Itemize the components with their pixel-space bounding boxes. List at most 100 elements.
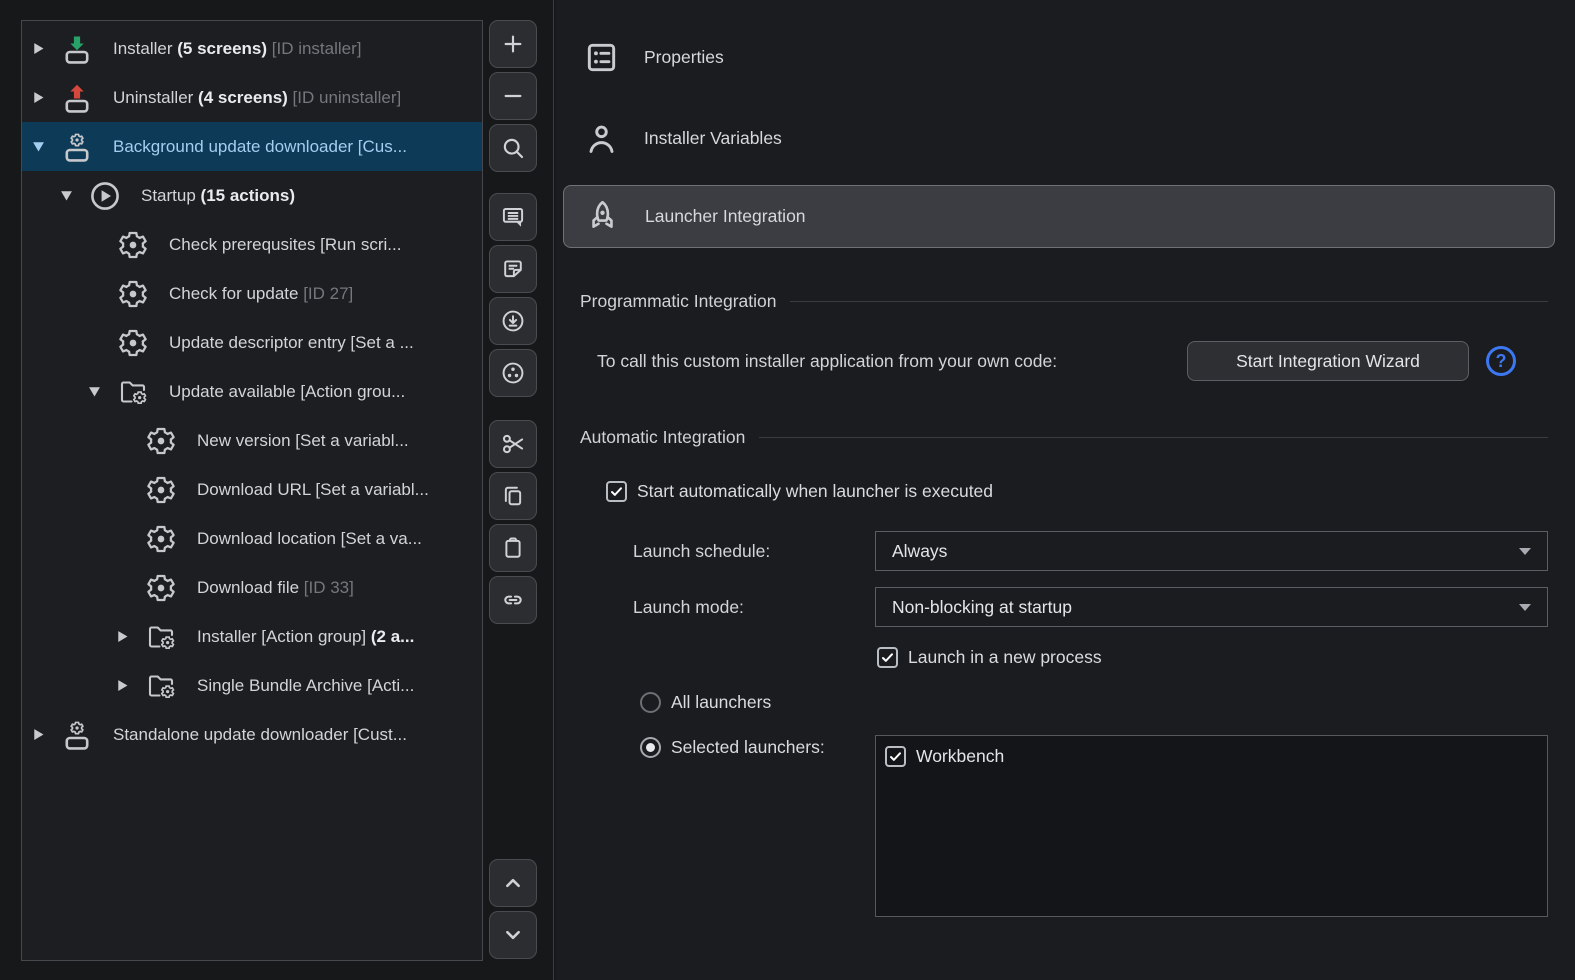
chevron-down-icon [500,922,526,948]
tree-item-label: Installer (5 screens) [ID installer] [113,38,362,58]
dots-circle-icon [500,360,526,386]
tree-item[interactable]: Installer [Action group] (2 a... [22,612,482,661]
tree-item-label: Check for update [ID 27] [169,283,354,303]
tree-item[interactable]: Startup (15 actions) [22,171,482,220]
collapse-triangle-icon[interactable] [31,139,61,154]
tree-item-label: Single Bundle Archive [Acti... [197,675,415,695]
move-up-button[interactable] [489,859,537,907]
tree-item[interactable]: Single Bundle Archive [Acti... [22,661,482,710]
gear-icon [145,521,177,557]
tree-item[interactable]: Uninstaller (4 screens) [ID uninstaller] [22,73,482,122]
tab-launcher-integration[interactable]: Launcher Integration [563,185,1555,248]
launch-mode-dropdown[interactable]: Non-blocking at startup [875,587,1548,627]
screen-comment-button[interactable] [489,245,537,293]
tab-installer-variables[interactable]: Installer Variables [563,110,1555,166]
plus-icon [500,31,526,57]
programmatic-integration-header: Programmatic Integration [580,290,1548,312]
tree-item[interactable]: Update available [Action grou... [22,367,482,416]
copy-button[interactable] [489,472,537,520]
scissors-icon [500,431,526,457]
folder-gear-icon [145,668,177,704]
start-automatically-checkbox[interactable] [606,481,627,502]
checkbox-label: Start automatically when launcher is exe… [637,481,994,501]
all-launchers-radio[interactable] [640,692,661,713]
tree-item[interactable]: Download file [ID 33] [22,563,482,612]
tree-item[interactable]: Download URL [Set a variabl... [22,465,482,514]
screen-gear-icon [61,717,93,753]
remove-button[interactable] [489,72,537,120]
tree-item-label: New version [Set a variabl... [197,430,409,450]
tab-properties[interactable]: Properties [563,29,1555,85]
start-automatically-checkbox-row: Start automatically when launcher is exe… [606,481,993,502]
selected-launchers-radio[interactable] [640,737,661,758]
expand-triangle-icon[interactable] [31,41,61,56]
screen-down-icon [61,31,93,67]
panel-divider [553,0,554,980]
search-button[interactable] [489,124,537,172]
screen-gear-icon [61,129,93,165]
speech-bubble-icon [500,204,526,230]
help-icon[interactable]: ? [1486,346,1516,376]
section-divider [759,436,1548,438]
launch-mode-label: Launch mode: [633,597,744,617]
launcher-checkbox[interactable] [885,746,906,767]
launch-new-process-checkbox[interactable] [877,647,898,668]
tree-item-label: Standalone update downloader [Cust... [113,724,407,744]
launch-schedule-dropdown[interactable]: Always [875,531,1548,571]
tree-item[interactable]: Check prerequsites [Run scri... [22,220,482,269]
radio-label: Selected launchers: [671,737,825,757]
tree-item[interactable]: Installer (5 screens) [ID installer] [22,24,482,73]
paste-button[interactable] [489,524,537,572]
integration-wizard-label: To call this custom installer applicatio… [597,351,1058,371]
screen-up-icon [61,80,93,116]
all-launchers-radio-row: All launchers [640,692,771,713]
move-down-button[interactable] [489,911,537,959]
launcher-label: Workbench [916,746,1005,766]
play-icon [89,178,121,214]
note-icon [500,256,526,282]
tree-item-label: Update descriptor entry [Set a ... [169,332,414,352]
comments-button[interactable] [489,193,537,241]
expand-triangle-icon[interactable] [115,629,145,644]
minus-icon [500,83,526,109]
tree-item-label: Installer [Action group] (2 a... [197,626,415,646]
automatic-integration-header: Automatic Integration [580,426,1548,448]
start-integration-wizard-button[interactable]: Start Integration Wizard [1187,341,1469,381]
gear-icon [117,325,149,361]
download-action-button[interactable] [489,297,537,345]
launcher-list-item[interactable]: Workbench [885,743,1538,770]
action-group-button[interactable] [489,349,537,397]
tab-label: Launcher Integration [645,206,806,226]
dropdown-value: Non-blocking at startup [892,596,1072,617]
gear-icon [145,472,177,508]
gear-icon [145,570,177,606]
link-icon [500,587,526,613]
collapse-triangle-icon[interactable] [87,384,117,399]
new-process-checkbox-row: Launch in a new process [877,647,1102,668]
tree-item[interactable]: Update descriptor entry [Set a ... [22,318,482,367]
expand-triangle-icon[interactable] [31,727,61,742]
selected-launchers-radio-row: Selected launchers: [640,737,825,758]
tree-item[interactable]: New version [Set a variabl... [22,416,482,465]
tree-item[interactable]: Download location [Set a va... [22,514,482,563]
expand-triangle-icon[interactable] [31,90,61,105]
tree-item[interactable]: Check for update [ID 27] [22,269,482,318]
gear-icon [117,276,149,312]
folder-gear-icon [145,619,177,655]
tree-item-label: Background update downloader [Cus... [113,136,407,156]
collapse-triangle-icon[interactable] [59,188,89,203]
launchers-listbox[interactable]: Workbench [875,735,1548,917]
rocket-icon [584,198,621,235]
expand-triangle-icon[interactable] [115,678,145,693]
add-button[interactable] [489,20,537,68]
tab-label: Properties [644,46,724,67]
tree-item[interactable]: Background update downloader [Cus... [22,122,482,171]
tree-item[interactable]: Standalone update downloader [Cust... [22,710,482,759]
link-button[interactable] [489,576,537,624]
cut-button[interactable] [489,420,537,468]
magnifier-icon [500,135,526,161]
tree-item-label: Download file [ID 33] [197,577,354,597]
installer-tree[interactable]: Installer (5 screens) [ID installer] Unin… [21,20,483,961]
tree-toolbar [489,20,539,961]
chevron-down-icon [1519,603,1531,611]
